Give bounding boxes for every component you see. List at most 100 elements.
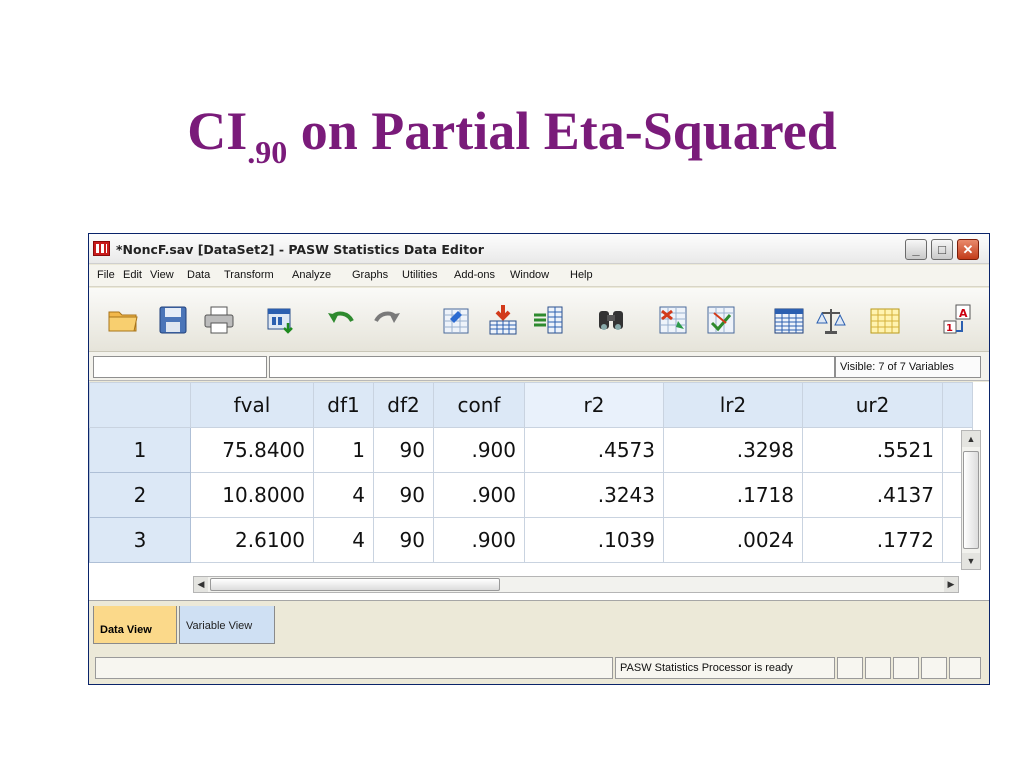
table-row: 3 2.6100 4 90 .900 .1039 .0024 .1772 <box>89 517 973 563</box>
title-rest: on Partial Eta-Squared <box>287 101 837 161</box>
table-row: 2 10.8000 4 90 .900 .3243 .1718 .4137 <box>89 472 973 518</box>
close-button[interactable]: ✕ <box>957 239 979 260</box>
menu-file[interactable]: File <box>97 269 115 281</box>
value-labels-icon[interactable]: A1 <box>939 303 975 337</box>
view-tabs: Data View Variable View <box>89 600 989 648</box>
menu-edit[interactable]: Edit <box>123 269 142 281</box>
scroll-up-icon[interactable]: ▲ <box>962 431 980 447</box>
title-subscript: .90 <box>247 134 288 170</box>
table-cell[interactable]: .1039 <box>524 517 664 563</box>
toolbar: A1 <box>89 288 989 352</box>
row-header[interactable]: 2 <box>89 472 191 518</box>
find-icon[interactable] <box>593 303 629 337</box>
table-cell[interactable]: 90 <box>373 472 434 518</box>
menu-graphs[interactable]: Graphs <box>352 269 388 281</box>
column-header-r2[interactable]: r2 <box>524 382 664 428</box>
table-cell[interactable]: 90 <box>373 517 434 563</box>
menu-help[interactable]: Help <box>570 269 593 281</box>
minimize-button[interactable]: _ <box>905 239 927 260</box>
data-editor-icon <box>93 241 110 256</box>
window-titlebar[interactable]: *NoncF.sav [DataSet2] - PASW Statistics … <box>89 234 989 264</box>
menubar: File Edit View Data Transform Analyze Gr… <box>89 265 989 287</box>
column-header-lr2[interactable]: lr2 <box>663 382 803 428</box>
visible-variables-label: Visible: 7 of 7 Variables <box>835 356 981 378</box>
select-cases-icon[interactable] <box>867 303 903 337</box>
table-cell[interactable]: 10.8000 <box>190 472 314 518</box>
status-segment-main <box>95 657 613 679</box>
table-cell[interactable]: .900 <box>433 517 525 563</box>
table-cell[interactable]: 4 <box>313 472 374 518</box>
svg-text:1: 1 <box>946 323 953 334</box>
goto-variable-icon[interactable] <box>485 303 521 337</box>
table-cell[interactable]: .1718 <box>663 472 803 518</box>
cell-editor-bar: Visible: 7 of 7 Variables <box>89 352 989 381</box>
table-cell[interactable]: .1772 <box>802 517 943 563</box>
scroll-left-icon[interactable]: ◀ <box>194 577 208 592</box>
table-cell[interactable]: .4573 <box>524 427 664 473</box>
table-cell[interactable]: .0024 <box>663 517 803 563</box>
table-cell[interactable]: 2.6100 <box>190 517 314 563</box>
data-editor-window: *NoncF.sav [DataSet2] - PASW Statistics … <box>88 233 990 685</box>
menu-transform[interactable]: Transform <box>224 269 274 281</box>
grid-corner[interactable] <box>89 382 191 428</box>
tab-variable-view[interactable]: Variable View <box>179 606 275 644</box>
row-header[interactable]: 1 <box>89 427 191 473</box>
table-cell[interactable]: 75.8400 <box>190 427 314 473</box>
column-header-empty[interactable] <box>942 382 973 428</box>
data-grid: fval df1 df2 conf r2 lr2 ur2 1 75.8400 1… <box>89 382 989 600</box>
table-row: 1 75.8400 1 90 .900 .4573 .3298 .5521 <box>89 427 973 473</box>
column-header-df1[interactable]: df1 <box>313 382 374 428</box>
menu-utilities[interactable]: Utilities <box>402 269 437 281</box>
tab-data-view[interactable]: Data View <box>93 606 177 644</box>
scroll-down-icon[interactable]: ▼ <box>962 553 980 569</box>
window-title: *NoncF.sav [DataSet2] - PASW Statistics … <box>116 242 484 257</box>
table-cell[interactable]: .3298 <box>663 427 803 473</box>
weight-cases-icon[interactable] <box>813 303 849 337</box>
status-segment <box>865 657 891 679</box>
goto-case-icon[interactable] <box>439 303 475 337</box>
column-header-ur2[interactable]: ur2 <box>802 382 943 428</box>
cell-reference-field[interactable] <box>93 356 267 378</box>
menu-view[interactable]: View <box>150 269 174 281</box>
horizontal-scroll-thumb[interactable] <box>210 578 500 591</box>
cell-value-field[interactable] <box>269 356 835 378</box>
table-cell[interactable]: .900 <box>433 427 525 473</box>
insert-cases-icon[interactable] <box>655 303 691 337</box>
horizontal-scrollbar[interactable]: ◀ ▶ <box>193 576 959 593</box>
open-folder-icon[interactable] <box>105 303 141 337</box>
row-header[interactable]: 3 <box>89 517 191 563</box>
status-segment <box>893 657 919 679</box>
table-cell[interactable]: .3243 <box>524 472 664 518</box>
scroll-right-icon[interactable]: ▶ <box>944 577 958 592</box>
menu-addons[interactable]: Add-ons <box>454 269 495 281</box>
column-header-df2[interactable]: df2 <box>373 382 434 428</box>
vertical-scrollbar[interactable]: ▲ ▼ <box>961 430 981 570</box>
insert-variable-icon[interactable] <box>703 303 739 337</box>
slide-title: CI.90 on Partial Eta-Squared <box>0 100 1024 171</box>
recall-dialog-icon[interactable] <box>263 303 299 337</box>
save-icon[interactable] <box>155 303 191 337</box>
redo-icon[interactable] <box>369 303 405 337</box>
table-cell[interactable]: .900 <box>433 472 525 518</box>
variables-icon[interactable] <box>531 303 567 337</box>
column-header-fval[interactable]: fval <box>190 382 314 428</box>
status-segment <box>837 657 863 679</box>
table-cell[interactable]: .5521 <box>802 427 943 473</box>
menu-analyze[interactable]: Analyze <box>292 269 331 281</box>
table-cell[interactable]: 90 <box>373 427 434 473</box>
table-cell[interactable]: 1 <box>313 427 374 473</box>
table-cell[interactable]: .4137 <box>802 472 943 518</box>
title-main: CI <box>187 101 248 161</box>
svg-text:A: A <box>959 307 968 320</box>
split-file-icon[interactable] <box>771 303 807 337</box>
status-segment <box>949 657 981 679</box>
menu-window[interactable]: Window <box>510 269 549 281</box>
vertical-scroll-thumb[interactable] <box>963 451 979 549</box>
undo-icon[interactable] <box>323 303 359 337</box>
table-cell[interactable]: 4 <box>313 517 374 563</box>
print-icon[interactable] <box>201 303 237 337</box>
menu-data[interactable]: Data <box>187 269 210 281</box>
maximize-button[interactable]: □ <box>931 239 953 260</box>
column-header-conf[interactable]: conf <box>433 382 525 428</box>
status-bar: PASW Statistics Processor is ready <box>89 654 989 684</box>
